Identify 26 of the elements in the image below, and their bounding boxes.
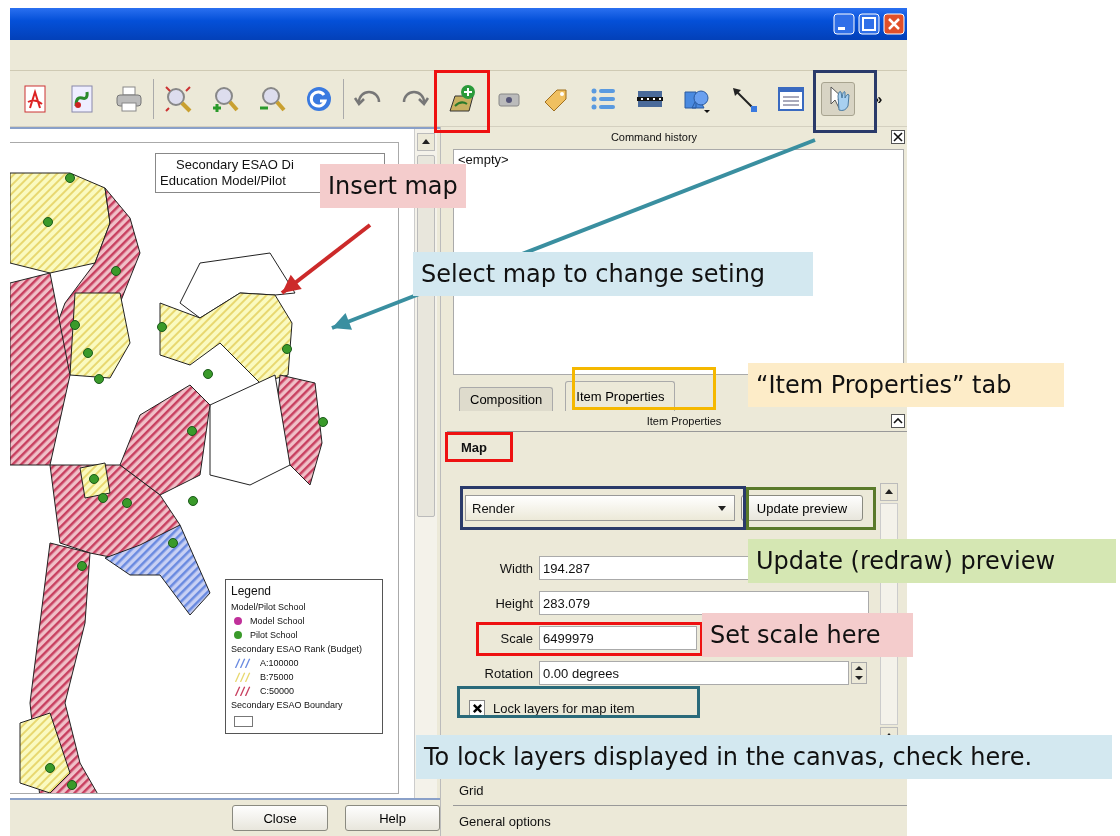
map-title-text: Secondary ESAO Di (175, 157, 294, 173)
legend-heading: Secondary ESAO Rank (Budget) (231, 644, 364, 654)
annotation-tooltip: Update (redraw) preview (748, 539, 1116, 583)
legend-label: C:50000 (260, 686, 295, 696)
legend-label: A:100000 (260, 658, 299, 668)
field-label: Scale (499, 630, 533, 646)
field-label: Height (494, 595, 533, 611)
section-title: Map (461, 440, 487, 455)
annotation-tooltip: “Item Properties” tab (748, 363, 1064, 407)
legend-title: Legend (231, 584, 273, 598)
annotation-tooltip: Select map to change seting (413, 252, 813, 296)
map-title-text: Education Model/Pilot (160, 173, 286, 189)
legend-label: Model School (250, 616, 305, 626)
legend-heading: Model/Pilot School (231, 602, 307, 612)
panel-title: Command history (610, 131, 698, 143)
panel-title: Item Properties (646, 415, 722, 427)
annotation-tooltip: Set scale here (702, 613, 913, 657)
section-title: General options (459, 813, 551, 829)
legend-label: Pilot School (250, 630, 298, 640)
legend-heading: Secondary ESAO Boundary (231, 700, 344, 710)
field-label: Width (498, 560, 533, 576)
annotation-tooltip: To lock layers displayed in the canvas, check here. (416, 735, 1112, 779)
annotation-tooltip: Insert map (320, 164, 466, 208)
field-label: Rotation (483, 665, 533, 681)
legend-label: B:75000 (260, 672, 294, 682)
section-title: Grid (459, 782, 484, 798)
